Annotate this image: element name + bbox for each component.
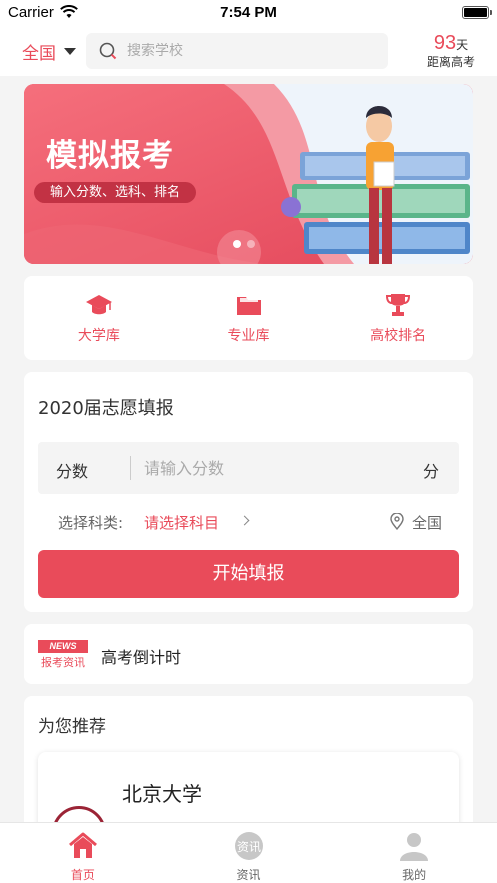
- subject-selector[interactable]: 请选择科目: [144, 512, 219, 533]
- score-label: 分数: [56, 462, 89, 481]
- news-badge-top: NEWS: [38, 640, 88, 653]
- quick-links: 大学库 专业库 高校排名: [24, 276, 473, 360]
- carousel-indicator: [233, 240, 261, 248]
- graduation-cap-icon: [85, 295, 112, 315]
- score-unit: 分: [422, 462, 439, 481]
- quick-link-university-ranking[interactable]: 高校排名: [323, 276, 473, 360]
- clock: 7:54 PM: [220, 4, 277, 21]
- search-input[interactable]: [127, 43, 367, 59]
- region-label: 全国: [22, 44, 56, 64]
- quick-link-major-library[interactable]: 专业库: [174, 276, 324, 360]
- application-form: 2020届志愿填报 分数 分 选择科类: 请选择科目 全国 开始填报: [24, 372, 473, 612]
- banner-subtitle: 输入分数、选科、排名: [34, 182, 197, 203]
- region-value[interactable]: 全国: [412, 512, 442, 533]
- score-field[interactable]: 分数 分: [38, 442, 459, 494]
- search-bar[interactable]: [86, 33, 388, 69]
- status-bar: Carrier 7:54 PM: [0, 0, 497, 26]
- tab-profile[interactable]: 我的: [331, 823, 497, 883]
- region-selector[interactable]: 全国: [22, 39, 76, 64]
- subject-label: 选择科类:: [58, 514, 124, 532]
- news-icon: 资讯: [234, 832, 263, 860]
- school-name: 北京大学: [122, 782, 202, 806]
- countdown-unit: 天: [456, 38, 469, 52]
- news-badge: NEWS 报考资讯: [38, 640, 88, 670]
- caret-down-icon: [64, 48, 76, 55]
- tab-label: 首页: [70, 868, 95, 882]
- svg-text:资讯: 资讯: [236, 840, 260, 854]
- chevron-right-icon[interactable]: [239, 515, 250, 526]
- quick-link-label: 专业库: [227, 328, 270, 344]
- tab-home[interactable]: 首页: [0, 823, 166, 883]
- profile-icon: [400, 833, 429, 861]
- divider: [130, 456, 131, 480]
- start-application-button[interactable]: 开始填报: [38, 550, 459, 598]
- location-pin-icon: [390, 513, 404, 530]
- quick-link-label: 大学库: [77, 328, 120, 344]
- tab-bar: 首页 资讯 资讯 我的: [0, 822, 497, 883]
- top-nav: 全国 93天 距离高考: [0, 26, 497, 76]
- tab-news[interactable]: 资讯 资讯: [166, 823, 332, 883]
- quick-link-university-library[interactable]: 大学库: [24, 276, 174, 360]
- news-headline[interactable]: 高考倒计时: [101, 644, 181, 668]
- home-icon: [68, 832, 97, 858]
- tab-label: 资讯: [236, 868, 261, 882]
- banner-title: 模拟报考: [46, 138, 174, 174]
- promo-banner[interactable]: 模拟报考 输入分数、选科、排名: [24, 84, 473, 264]
- section-title: 为您推荐: [38, 717, 106, 737]
- exam-countdown: 93天 距离高考: [427, 32, 475, 70]
- carousel-dot[interactable]: [247, 240, 255, 248]
- news-banner[interactable]: NEWS 报考资讯 高考倒计时: [24, 624, 473, 684]
- battery-icon: [462, 6, 492, 19]
- carousel-dot-active[interactable]: [233, 240, 241, 248]
- form-title: 2020届志愿填报: [38, 398, 174, 419]
- search-icon: [99, 42, 117, 60]
- countdown-label: 距离高考: [426, 55, 475, 69]
- quick-link-label: 高校排名: [370, 328, 427, 344]
- tab-label: 我的: [402, 868, 427, 882]
- news-badge-bottom: 报考资讯: [41, 656, 85, 669]
- trophy-icon: [386, 294, 411, 316]
- score-input[interactable]: [144, 455, 404, 481]
- subject-row: 选择科类: 请选择科目 全国: [38, 510, 459, 534]
- countdown-days: 93: [433, 32, 457, 54]
- folder-icon: [236, 297, 261, 315]
